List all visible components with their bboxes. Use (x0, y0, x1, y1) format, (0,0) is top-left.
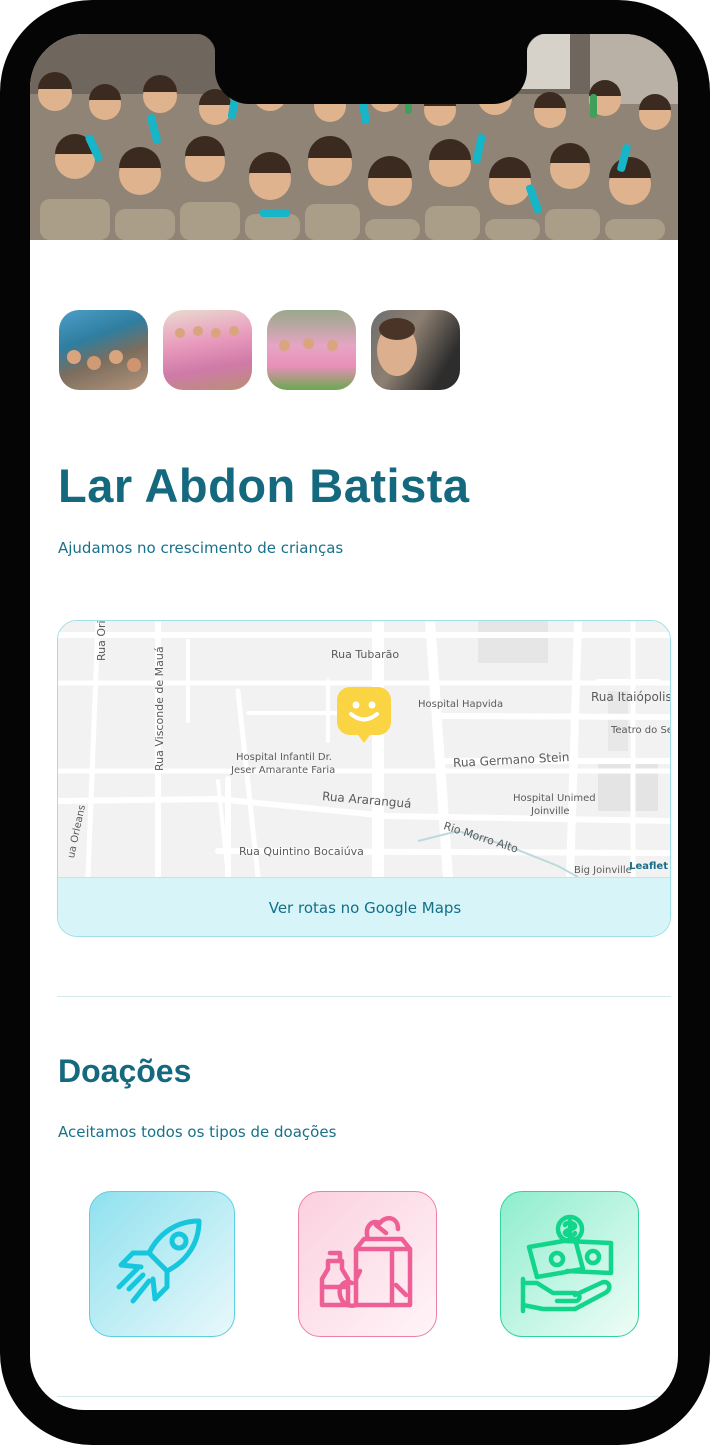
gallery-thumbnail-2[interactable] (163, 310, 252, 390)
map-label-hospital-unimed-1: Hospital Unimed (513, 793, 596, 804)
map-label-hospital-hapvida: Hospital Hapvida (418, 699, 504, 710)
gallery-thumbnail-3[interactable] (267, 310, 356, 390)
google-maps-routes-button[interactable]: Ver rotas no Google Maps (58, 877, 670, 936)
page-title: Lar Abdon Batista (58, 459, 470, 512)
donation-card-food[interactable] (298, 1191, 437, 1337)
donations-subtitle: Aceitamos todos os tipos de doações (58, 1123, 337, 1141)
map-label-rua-ori: Rua Ori (95, 620, 108, 661)
map-label-rua-quintino: Rua Quintino Bocaiúva (239, 845, 364, 858)
money-hand-icon (520, 1214, 613, 1314)
location-map-card: Rua Ori Rua Tubarão Rua Itaiópolis Hospi… (57, 620, 671, 937)
section-divider (57, 996, 671, 997)
map-label-hospital-infantil-1: Hospital Infantil Dr. (236, 752, 332, 763)
gallery-thumbnail-4[interactable] (371, 310, 460, 390)
donation-card-volunteer[interactable] (89, 1191, 235, 1337)
gallery-thumbnail-1[interactable] (59, 310, 148, 390)
phone-frame: Lar Abdon Batista Ajudamos no cresciment… (0, 0, 710, 1445)
groceries-icon (319, 1215, 412, 1308)
donation-card-money[interactable] (500, 1191, 639, 1337)
rocket-icon (116, 1218, 202, 1304)
photo-gallery (59, 310, 460, 390)
app-screen: Lar Abdon Batista Ajudamos no cresciment… (30, 34, 678, 1410)
section-divider-bottom (57, 1396, 671, 1397)
page-subtitle: Ajudamos no crescimento de crianças (58, 539, 344, 557)
phone-notch (195, 34, 547, 104)
donations-title: Doações (58, 1053, 192, 1089)
map-label-rua-visconde-de-maua: Rua Visconde de Mauá (153, 646, 166, 771)
map-label-hospital-unimed-2: Joinville (531, 806, 570, 817)
map-marker[interactable] (337, 687, 391, 743)
smile-marker-icon (349, 701, 379, 722)
map-label-rua-tubarao: Rua Tubarão (331, 648, 400, 661)
map-label-rua-itaiopolis: Rua Itaiópolis (591, 690, 671, 704)
map-label-teatro: Teatro do Se (611, 725, 671, 736)
map-view[interactable]: Rua Ori Rua Tubarão Rua Itaiópolis Hospi… (58, 620, 671, 877)
map-label-hospital-infantil-2: Jeser Amarante Faria (231, 765, 336, 776)
map-label-big-joinville: Big Joinville (574, 865, 632, 876)
map-attribution-link[interactable]: Leaflet (629, 861, 668, 872)
